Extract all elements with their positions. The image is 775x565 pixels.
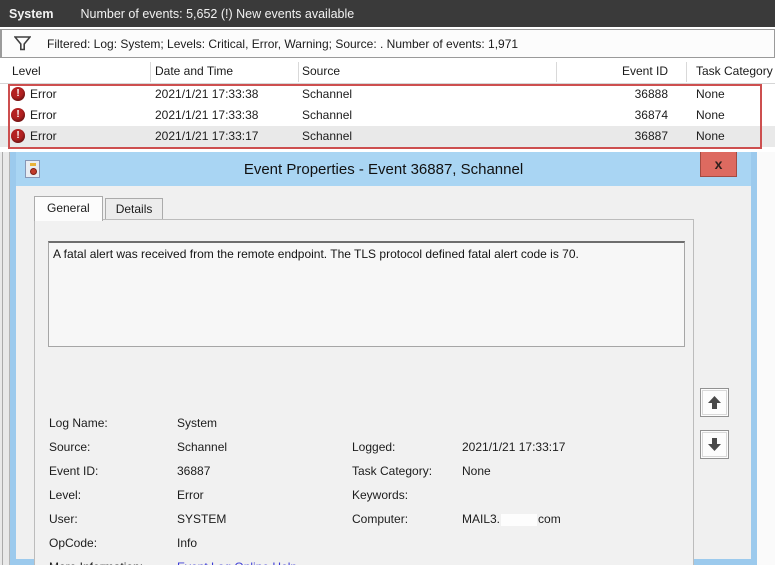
field-label: User: <box>49 512 78 526</box>
column-header-date[interactable]: Date and Time <box>155 64 233 78</box>
field-label: Task Category: <box>352 464 433 478</box>
log-header-bar: System Number of events: 5,652 (!) New e… <box>0 0 775 27</box>
dialog-body: General Details A fatal alert was receiv… <box>16 186 751 565</box>
column-header-level[interactable]: Level <box>12 64 41 78</box>
field-row: Event ID: 36887 Task Category: None <box>35 464 695 488</box>
filter-bar[interactable]: Filtered: Log: System; Levels: Critical,… <box>0 29 775 58</box>
field-label: Logged: <box>352 440 396 454</box>
field-value-computer: MAIL3. com <box>462 512 561 526</box>
field-value: SYSTEM <box>177 512 227 526</box>
row-date: 2021/1/21 17:33:38 <box>155 108 259 122</box>
event-properties-icon <box>25 160 40 178</box>
previous-event-button[interactable] <box>700 388 729 417</box>
row-date: 2021/1/21 17:33:38 <box>155 87 259 101</box>
filter-description: Filtered: Log: System; Levels: Critical,… <box>47 36 519 51</box>
error-icon: ! <box>11 108 25 122</box>
funnel-filter-icon <box>14 36 31 51</box>
row-level: Error <box>30 108 57 122</box>
field-row: Source: Schannel Logged: 2021/1/21 17:33… <box>35 440 695 464</box>
row-event-id: 36874 <box>634 108 668 122</box>
field-value: Error <box>177 488 204 502</box>
row-task-category: None <box>696 108 725 122</box>
row-level: Error <box>30 87 57 101</box>
column-header-task-category[interactable]: Task Category <box>696 64 773 78</box>
dialog-titlebar[interactable]: Event Properties - Event 36887, Schannel <box>16 152 751 186</box>
arrow-down-icon <box>708 438 721 451</box>
column-header-event-id[interactable]: Event ID <box>559 64 668 78</box>
column-divider[interactable] <box>686 62 687 82</box>
field-label: Computer: <box>352 512 409 526</box>
window-edge <box>0 152 10 565</box>
row-level: Error <box>30 129 57 143</box>
column-divider[interactable] <box>298 62 299 82</box>
field-value: Info <box>177 536 198 550</box>
field-label: Level: <box>49 488 82 502</box>
row-date: 2021/1/21 17:33:17 <box>155 129 259 143</box>
event-list: ! Error 2021/1/21 17:33:38 Schannel 3688… <box>0 84 775 150</box>
column-divider[interactable] <box>150 62 151 82</box>
event-properties-dialog: Event Properties - Event 36887, Schannel… <box>10 152 757 565</box>
tab-general[interactable]: General <box>34 196 103 221</box>
table-row-selected[interactable]: ! Error 2021/1/21 17:33:17 Schannel 3688… <box>0 126 775 147</box>
row-event-id: 36887 <box>634 129 668 143</box>
next-event-button[interactable] <box>700 430 729 459</box>
field-value: None <box>462 464 491 478</box>
error-icon: ! <box>11 129 25 143</box>
field-label: Keywords: <box>352 488 409 502</box>
row-source: Schannel <box>302 129 353 143</box>
row-task-category: None <box>696 129 725 143</box>
redaction-blur <box>501 513 538 526</box>
field-value: System <box>177 416 218 430</box>
tab-details[interactable]: Details <box>104 198 164 220</box>
row-source: Schannel <box>302 108 353 122</box>
field-value: Schannel <box>177 440 228 454</box>
field-label: More Information: <box>49 560 143 565</box>
table-header: Level Date and Time Source Event ID Task… <box>0 60 775 84</box>
event-description[interactable]: A fatal alert was received from the remo… <box>48 241 685 347</box>
field-value: 2021/1/21 17:33:17 <box>462 440 566 454</box>
field-row: Level: Error Keywords: <box>35 488 695 512</box>
field-label: Event ID: <box>49 464 99 478</box>
field-label: Log Name: <box>49 416 108 430</box>
dialog-title: Event Properties - Event 36887, Schannel <box>243 160 524 178</box>
field-row: Log Name: System <box>35 416 695 440</box>
arrow-up-icon <box>708 396 721 409</box>
row-source: Schannel <box>302 87 353 101</box>
log-name: System <box>9 6 54 21</box>
table-row[interactable]: ! Error 2021/1/21 17:33:38 Schannel 3688… <box>0 84 775 105</box>
field-label: OpCode: <box>49 536 98 550</box>
column-divider[interactable] <box>556 62 557 82</box>
table-row[interactable]: ! Error 2021/1/21 17:33:38 Schannel 3687… <box>0 105 775 126</box>
row-event-id: 36888 <box>634 87 668 101</box>
error-icon: ! <box>11 87 25 101</box>
general-tab-panel: A fatal alert was received from the remo… <box>34 219 694 565</box>
field-row: OpCode: Info <box>35 536 695 560</box>
column-header-source[interactable]: Source <box>302 64 340 78</box>
event-log-online-help-link[interactable]: Event Log Online Help <box>177 560 297 565</box>
event-viewer-screen: System Number of events: 5,652 (!) New e… <box>0 0 775 565</box>
field-value: 36887 <box>177 464 211 478</box>
dialog-tabs: General Details <box>34 196 164 221</box>
field-label: Source: <box>49 440 91 454</box>
field-row: User: SYSTEM Computer: MAIL3. com <box>35 512 695 536</box>
field-row: More Information: Event Log Online Help <box>35 560 695 565</box>
close-button[interactable]: x <box>700 152 737 177</box>
events-summary: Number of events: 5,652 (!) New events a… <box>80 6 355 21</box>
row-task-category: None <box>696 87 725 101</box>
